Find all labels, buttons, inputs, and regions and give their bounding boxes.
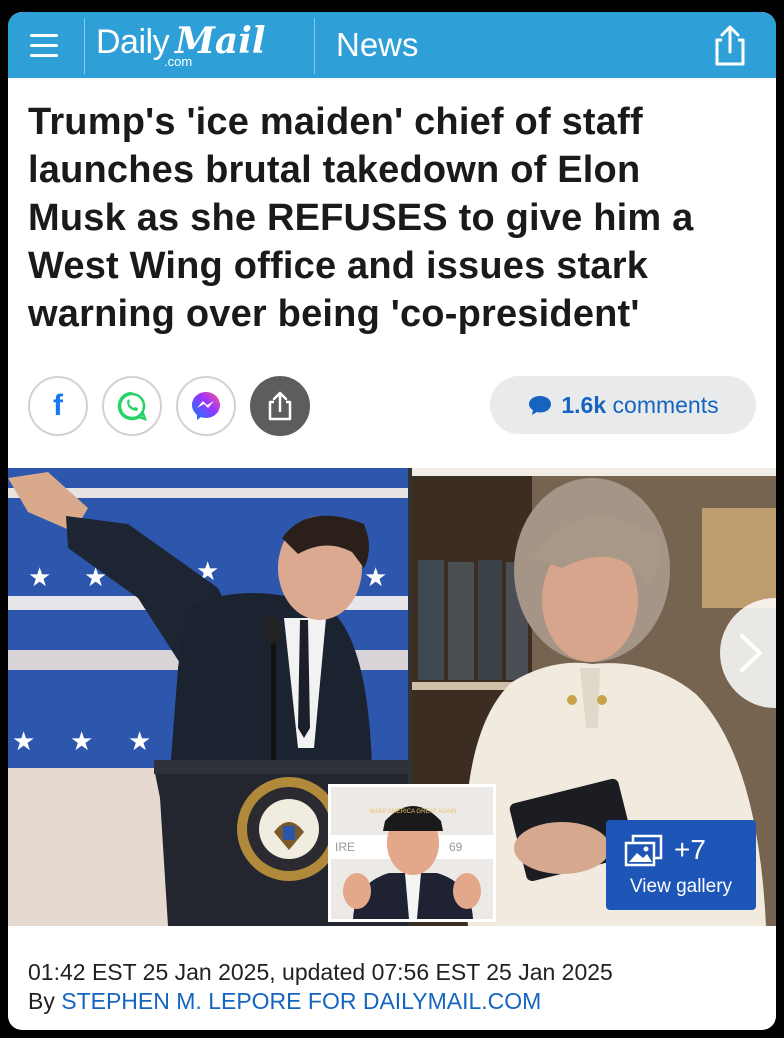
svg-text:69: 69	[449, 840, 463, 854]
comments-button[interactable]: 1.6k comments	[490, 376, 756, 434]
messenger-share-button[interactable]	[176, 376, 236, 436]
share-icon[interactable]	[708, 22, 752, 68]
whatsapp-icon	[117, 391, 147, 421]
site-header: Daily Mail .com News	[8, 12, 776, 78]
article-headline: Trump's 'ice maiden' chief of staff laun…	[28, 101, 694, 335]
section-title[interactable]: News	[336, 26, 419, 64]
gallery-label: View gallery	[629, 876, 733, 897]
whatsapp-share-button[interactable]	[102, 376, 162, 436]
gallery-icon	[624, 834, 663, 867]
article-timestamp: 01:42 EST 25 Jan 2025, updated 07:56 EST…	[28, 959, 613, 985]
svg-text:IRE: IRE	[335, 840, 355, 854]
article-byline: By STEPHEN M. LEPORE FOR DAILYMAIL.COM	[28, 988, 541, 1015]
article-image-gallery[interactable]: ★ ★ ★ ★ ★ ★ ★ IRE 69 MAKE AMERICA GREAT …	[8, 468, 776, 926]
logo-dotcom: .com	[164, 54, 193, 69]
comment-bubble-icon	[529, 396, 552, 415]
facebook-share-button[interactable]: f	[28, 376, 88, 436]
byline-prefix: By	[28, 988, 62, 1014]
svg-text:★: ★	[12, 726, 35, 756]
view-gallery-button[interactable]: +7 View gallery	[606, 820, 756, 910]
comments-count: 1.6k	[561, 391, 607, 418]
header-divider	[84, 18, 85, 74]
gallery-count: +7	[674, 834, 706, 865]
svg-text:★: ★	[28, 562, 51, 592]
inset-photo: IRE 69 MAKE AMERICA GREAT AGAIN	[328, 784, 496, 922]
header-divider	[314, 18, 315, 74]
svg-text:★: ★	[70, 726, 93, 756]
author-link[interactable]: STEPHEN M. LEPORE FOR DAILYMAIL.COM	[61, 988, 541, 1014]
inset-cap-text: MAKE AMERICA GREAT AGAIN	[369, 809, 456, 815]
share-icon	[268, 391, 292, 421]
messenger-icon	[192, 392, 220, 420]
svg-text:★: ★	[364, 562, 387, 592]
article-card: Daily Mail .com News Trump's 'ice maiden'…	[8, 12, 776, 1030]
chevron-right-icon	[740, 634, 762, 672]
svg-text:★: ★	[128, 726, 151, 756]
share-button[interactable]	[250, 376, 310, 436]
comments-label: comments	[612, 391, 719, 418]
hamburger-menu-icon[interactable]	[20, 22, 80, 68]
facebook-icon: f	[53, 389, 63, 422]
